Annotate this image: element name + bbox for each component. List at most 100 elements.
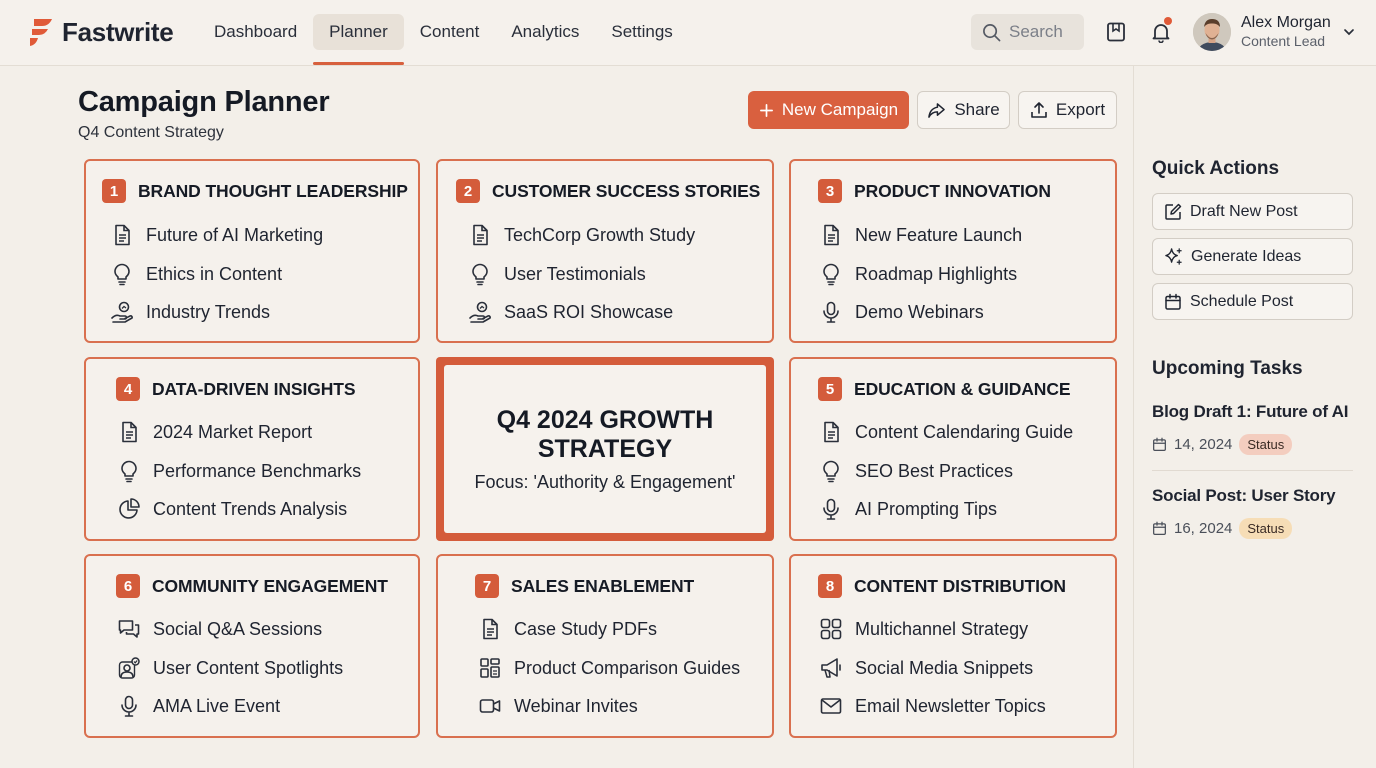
- card-customer-success-stories[interactable]: 2 CUSTOMER SUCCESS STORIES TechCorp Grow…: [436, 159, 774, 343]
- item-label: Social Q&A Sessions: [153, 618, 323, 639]
- list-item[interactable]: Demo Webinars: [819, 300, 984, 324]
- task-title: Social Post: User Story: [1152, 486, 1336, 505]
- task-date: 14, 2024: [1174, 436, 1233, 453]
- card-education-guidance[interactable]: 5 EDUCATION & GUIDANCE Content Calendari…: [789, 357, 1117, 541]
- generate-ideas-button[interactable]: Generate Ideas: [1152, 238, 1353, 275]
- new-campaign-button[interactable]: New Campaign: [748, 91, 909, 129]
- list-item[interactable]: Content Trends Analysis: [117, 497, 347, 521]
- item-label: Ethics in Content: [146, 263, 283, 284]
- card-number-badge: 6: [116, 574, 140, 598]
- qa-label: Draft New Post: [1190, 202, 1298, 220]
- share-button[interactable]: Share: [917, 91, 1010, 129]
- bookmark-icon: [1105, 21, 1127, 43]
- list-item[interactable]: Social Media Snippets: [819, 656, 1033, 680]
- plus-icon: [759, 103, 774, 118]
- list-item[interactable]: AMA Live Event: [117, 694, 280, 718]
- lightbulb-icon: [819, 459, 843, 483]
- list-item[interactable]: SEO Best Practices: [819, 459, 1013, 483]
- list-item[interactable]: New Feature Launch: [819, 223, 1022, 247]
- notifications-button[interactable]: [1149, 17, 1173, 44]
- nav-planner[interactable]: Planner: [313, 14, 404, 65]
- draft-new-post-button[interactable]: Draft New Post: [1152, 193, 1353, 230]
- list-item[interactable]: Multichannel Strategy: [819, 617, 1028, 641]
- item-label: 2024 Market Report: [153, 421, 313, 442]
- item-label: Demo Webinars: [855, 301, 984, 322]
- item-label: Roadmap Highlights: [855, 263, 1018, 284]
- list-item[interactable]: Case Study PDFs: [478, 617, 657, 641]
- bookmark-button[interactable]: [1104, 20, 1128, 44]
- megaphone-icon: [819, 656, 843, 680]
- list-item[interactable]: Future of AI Marketing: [110, 223, 323, 247]
- list-item[interactable]: Webinar Invites: [478, 694, 638, 718]
- item-label: AI Prompting Tips: [855, 498, 998, 519]
- list-item[interactable]: User Content Spotlights: [117, 656, 343, 680]
- quick-actions-heading: Quick Actions: [1152, 158, 1280, 179]
- nav-settings[interactable]: Settings: [595, 14, 688, 50]
- card-number-badge: 8: [818, 574, 842, 598]
- list-item[interactable]: Content Calendaring Guide: [819, 420, 1073, 444]
- card-title: DATA-DRIVEN INSIGHTS: [152, 378, 356, 399]
- card-content-distribution[interactable]: 8 CONTENT DISTRIBUTION Multichannel Stra…: [789, 554, 1117, 738]
- pie-chart-icon: [117, 497, 141, 521]
- top-navigation-bar: Fastwrite Dashboard Planner Content Anal…: [0, 0, 1376, 66]
- card-sales-enablement[interactable]: 7 SALES ENABLEMENT Case Study PDFs Produ…: [436, 554, 774, 738]
- item-label: User Content Spotlights: [153, 657, 344, 678]
- item-label: Product Comparison Guides: [514, 657, 741, 678]
- calendar-icon: [1164, 293, 1182, 311]
- list-item[interactable]: Email Newsletter Topics: [819, 694, 1046, 718]
- item-label: Content Calendaring Guide: [855, 421, 1074, 442]
- card-title: BRAND THOUGHT LEADERSHIP: [138, 180, 408, 201]
- video-icon: [478, 694, 502, 718]
- card-community-engagement[interactable]: 6 COMMUNITY ENGAGEMENT Social Q&A Sessio…: [84, 554, 420, 738]
- schedule-post-button[interactable]: Schedule Post: [1152, 283, 1353, 320]
- brand[interactable]: Fastwrite: [28, 15, 174, 49]
- export-button[interactable]: Export: [1018, 91, 1117, 129]
- list-item[interactable]: Roadmap Highlights: [819, 262, 1017, 286]
- card-data-driven-insights[interactable]: 4 DATA-DRIVEN INSIGHTS 2024 Market Repor…: [84, 357, 420, 541]
- list-item[interactable]: Industry Trends: [110, 300, 270, 324]
- nav-dashboard[interactable]: Dashboard: [198, 14, 313, 50]
- list-item[interactable]: Ethics in Content: [110, 262, 282, 286]
- card-number-badge: 2: [456, 179, 480, 203]
- strategy-center-card: Q4 2024 GROWTH STRATEGY Focus: 'Authorit…: [436, 357, 774, 541]
- strategy-focus: Focus: 'Authority & Engagement': [474, 471, 736, 492]
- card-number-badge: 7: [475, 574, 499, 598]
- list-item[interactable]: Product Comparison Guides: [478, 656, 740, 680]
- list-item[interactable]: 2024 Market Report: [117, 420, 312, 444]
- upcoming-tasks-heading: Upcoming Tasks: [1152, 358, 1303, 379]
- user-spotlight-icon: [117, 656, 141, 680]
- item-label: Webinar Invites: [514, 695, 638, 716]
- card-title: CUSTOMER SUCCESS STORIES: [492, 180, 761, 201]
- export-label: Export: [1055, 100, 1106, 119]
- card-number-badge: 3: [818, 179, 842, 203]
- share-label: Share: [954, 100, 1000, 119]
- card-product-innovation[interactable]: 3 PRODUCT INNOVATION New Feature Launch …: [789, 159, 1117, 343]
- task-item[interactable]: Blog Draft 1: Future of AI 14, 2024 Stat…: [1152, 402, 1353, 455]
- qa-label: Generate Ideas: [1191, 247, 1302, 265]
- item-label: Multichannel Strategy: [855, 618, 1029, 639]
- nav-content[interactable]: Content: [404, 14, 496, 50]
- nav-analytics[interactable]: Analytics: [495, 14, 595, 50]
- task-item[interactable]: Social Post: User Story 16, 2024 Status: [1152, 486, 1353, 539]
- list-item[interactable]: SaaS ROI Showcase: [468, 300, 673, 324]
- strategy-center-inner: Q4 2024 GROWTH STRATEGY Focus: 'Authorit…: [444, 365, 766, 533]
- card-brand-thought-leadership[interactable]: 1 BRAND THOUGHT LEADERSHIP Future of AI …: [84, 159, 420, 343]
- share-icon: [927, 102, 946, 119]
- search-input[interactable]: [1009, 22, 1079, 42]
- list-item[interactable]: AI Prompting Tips: [819, 497, 997, 521]
- item-label: Case Study PDFs: [514, 618, 658, 639]
- item-label: Performance Benchmarks: [153, 460, 362, 481]
- list-item[interactable]: Social Q&A Sessions: [117, 617, 322, 641]
- list-item[interactable]: User Testimonials: [468, 262, 646, 286]
- list-item[interactable]: TechCorp Growth Study: [468, 223, 695, 247]
- user-menu[interactable]: Alex Morgan Content Lead: [1193, 13, 1355, 51]
- pencil-icon: [1164, 203, 1182, 221]
- status-badge: Status: [1239, 518, 1293, 539]
- task-divider: [1152, 470, 1353, 471]
- main-nav: Dashboard Planner Content Analytics Sett…: [198, 14, 689, 65]
- list-item[interactable]: Performance Benchmarks: [117, 459, 361, 483]
- card-title: COMMUNITY ENGAGEMENT: [152, 575, 388, 596]
- item-label: User Testimonials: [504, 263, 646, 284]
- qa-label: Schedule Post: [1190, 292, 1294, 310]
- search-box[interactable]: [971, 14, 1084, 50]
